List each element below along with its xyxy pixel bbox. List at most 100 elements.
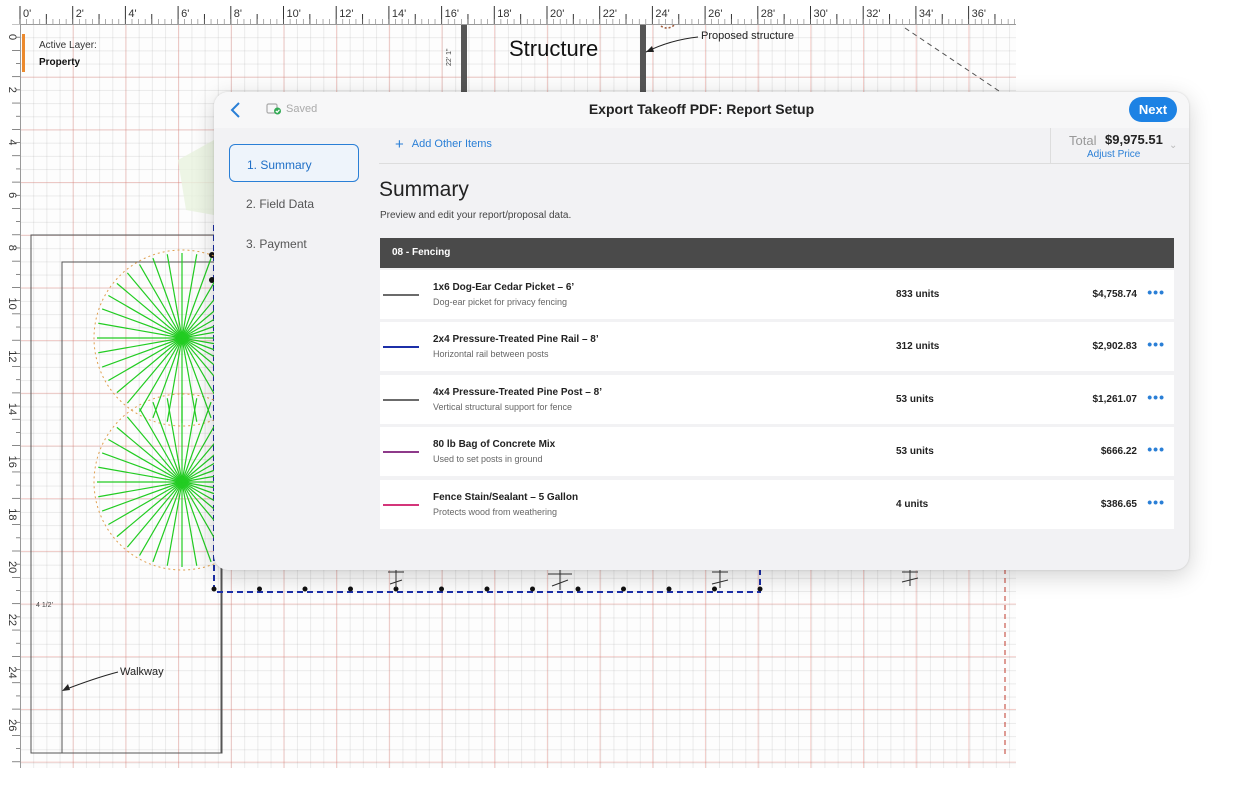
summary-subtitle: Preview and edit your report/proposal da… (380, 210, 572, 221)
proposed-arrow (645, 36, 699, 53)
item-name: 2x4 Pressure-Treated Pine Rail – 8’ (433, 334, 599, 345)
summary-heading: Summary (379, 178, 469, 201)
ruler-label: 14 (6, 403, 18, 415)
line-swatch (383, 346, 419, 348)
total-panel[interactable]: Total $9,975.51 Adjust Price ⌄ (1050, 128, 1189, 163)
item-name: Fence Stain/Sealant – 5 Gallon (433, 492, 579, 503)
ruler-label: 8 (6, 245, 18, 251)
item-quantity: 312 units (896, 341, 940, 352)
item-quantity: 4 units (896, 499, 929, 510)
total-value: $9,975.51 (1105, 132, 1163, 147)
plus-icon: + (395, 135, 404, 153)
ruler-label: 6 (6, 192, 18, 198)
ruler-label: 34' (919, 8, 933, 20)
more-options-icon[interactable]: ••• (1147, 494, 1165, 510)
dimension-label: 4 1/2' (36, 602, 53, 609)
item-quantity: 53 units (896, 446, 934, 457)
step-payment[interactable]: 3. Payment (229, 224, 359, 262)
ruler-label: 24' (655, 8, 669, 20)
item-description: Vertical structural support for fence (433, 402, 573, 412)
structure-dimension: 22' 1" (446, 48, 453, 66)
item-name: 4x4 Pressure-Treated Pine Post – 8’ (433, 387, 602, 398)
structure-label: Structure (509, 36, 599, 61)
ruler-label: 12 (6, 350, 18, 362)
ruler-label: 6' (181, 8, 189, 20)
more-options-icon[interactable]: ••• (1147, 336, 1165, 352)
step-field-data[interactable]: 2. Field Data (229, 184, 359, 222)
ruler-label: 4' (128, 8, 136, 20)
add-other-items-label: Add Other Items (411, 138, 492, 150)
ruler-label: 20' (550, 8, 564, 20)
ruler-label: 36' (972, 8, 986, 20)
fence-post (348, 586, 353, 592)
report-setup-dialog: Saved Export Takeoff PDF: Report Setup N… (214, 92, 1189, 570)
line-swatch (383, 451, 419, 453)
item-price: $4,758.74 (1092, 289, 1138, 300)
add-other-items-button[interactable]: + Add Other Items (395, 135, 492, 153)
ruler-label: 10' (287, 8, 301, 20)
ruler-label: 12' (339, 8, 353, 20)
more-options-icon[interactable]: ••• (1147, 389, 1165, 405)
fence-post (257, 586, 262, 592)
item-quantity: 833 units (896, 289, 940, 300)
item-name: 80 lb Bag of Concrete Mix (433, 439, 556, 450)
ruler-label: 2' (76, 8, 84, 20)
ruler-top: 0' 2' 4' 6' 8' 10' 12' 14' 16' 18' 20' 22' 24' 26' 28'… (0, 0, 1016, 25)
green-area (178, 140, 214, 215)
ruler-label: 10 (6, 298, 18, 310)
step-summary[interactable]: 1. Summary (229, 144, 359, 182)
walkway-arrow (63, 671, 119, 691)
list-item[interactable]: 2x4 Pressure-Treated Pine Rail – 8’ Hori… (380, 322, 1174, 371)
dialog-title: Export Takeoff PDF: Report Setup (588, 101, 815, 117)
active-layer-value: Property (39, 57, 81, 68)
ruler-label: 2 (6, 87, 18, 93)
section-header: 08 - Fencing (380, 238, 1174, 268)
ruler-label: 26 (6, 719, 18, 731)
walkway-label: Walkway (120, 666, 164, 678)
fence-post (302, 586, 308, 592)
ruler-label: 26' (708, 8, 722, 20)
ruler-label: 18' (497, 8, 511, 20)
fence-post (666, 586, 672, 592)
fence-post (439, 586, 444, 592)
active-layer-label: Active Layer: (39, 40, 97, 51)
line-swatch (383, 399, 419, 401)
line-swatch (383, 504, 419, 506)
item-quantity: 53 units (896, 394, 934, 405)
item-description: Protects wood from weathering (433, 507, 558, 517)
total-label: Total (1069, 133, 1097, 148)
item-description: Dog-ear picket for privacy fencing (433, 297, 568, 307)
fence-post (757, 586, 763, 592)
list-item[interactable]: 1x6 Dog-Ear Cedar Picket – 6’ Dog-ear pi… (380, 270, 1174, 319)
fence-post (530, 586, 535, 592)
fence-post (621, 586, 626, 592)
ruler-label: 30' (814, 8, 828, 20)
fence-post (575, 586, 581, 592)
adjust-price-link[interactable]: Adjust Price (1087, 149, 1140, 160)
proposed-arrow-head (646, 46, 654, 52)
list-item[interactable]: Fence Stain/Sealant – 5 Gallon Protects … (380, 480, 1174, 529)
list-item[interactable]: 4x4 Pressure-Treated Pine Post – 8’ Vert… (380, 375, 1174, 424)
line-swatch (383, 294, 419, 296)
list-item[interactable]: 80 lb Bag of Concrete Mix Used to set po… (380, 427, 1174, 476)
more-options-icon[interactable]: ••• (1147, 284, 1165, 300)
ruler-label: 16 (6, 456, 18, 468)
walkway-arrow-head (62, 684, 70, 691)
more-options-icon[interactable]: ••• (1147, 441, 1165, 457)
ruler-label: 8' (234, 8, 242, 20)
item-description: Used to set posts in ground (433, 454, 543, 464)
ruler-label: 22' (603, 8, 617, 20)
item-price: $2,902.83 (1092, 341, 1138, 352)
ruler-label: 14' (392, 8, 406, 20)
item-description: Horizontal rail between posts (433, 349, 549, 359)
chevron-down-icon: ⌄ (1169, 140, 1178, 151)
proposed-structure-label: Proposed structure (701, 30, 794, 42)
fence-post (484, 586, 490, 592)
next-button[interactable]: Next (1129, 97, 1177, 122)
ruler-label: 16' (445, 8, 459, 20)
active-layer-indicator[interactable]: Active Layer: Property (22, 34, 97, 72)
ruler-label: 22 (6, 614, 18, 626)
section-title: 08 - Fencing (392, 247, 451, 258)
item-price: $386.65 (1100, 499, 1137, 510)
dashed-diagonal (904, 27, 1006, 96)
